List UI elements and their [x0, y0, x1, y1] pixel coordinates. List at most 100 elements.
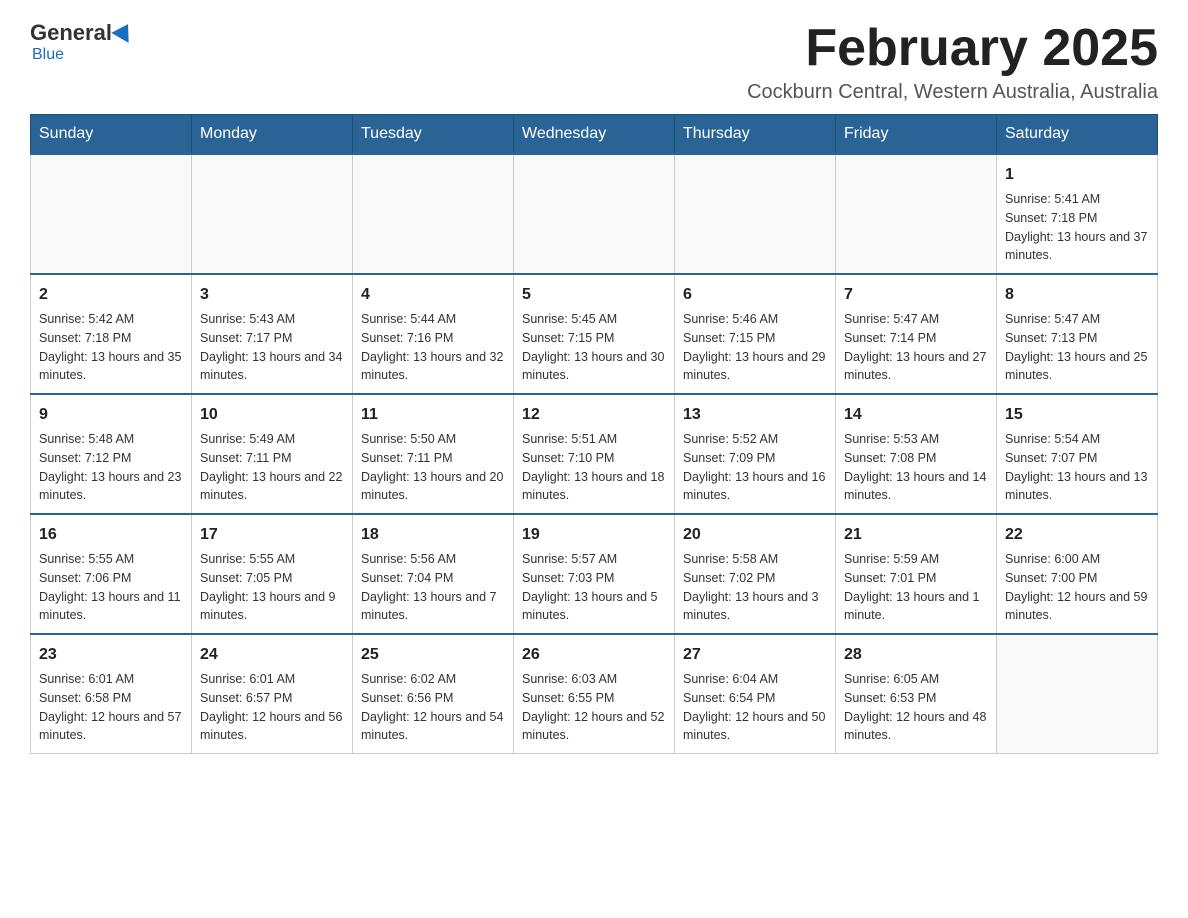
header-monday: Monday [192, 115, 353, 155]
subtitle: Cockburn Central, Western Australia, Aus… [747, 81, 1158, 104]
day-number: 17 [200, 523, 344, 547]
calendar-cell-w4-d5: 28 Sunrise: 6:05 AM Sunset: 6:53 PM Dayli… [836, 634, 997, 754]
logo-triangle-icon [111, 19, 136, 43]
day-info: Sunrise: 5:48 AM Sunset: 7:12 PM Dayligh… [39, 430, 183, 505]
main-title: February 2025 [747, 20, 1158, 77]
day-number: 13 [683, 403, 827, 427]
day-number: 3 [200, 283, 344, 307]
day-info: Sunrise: 5:47 AM Sunset: 7:14 PM Dayligh… [844, 310, 988, 385]
day-info: Sunrise: 5:58 AM Sunset: 7:02 PM Dayligh… [683, 550, 827, 625]
calendar-cell-w1-d1: 3Sunrise: 5:43 AM Sunset: 7:17 PM Daylig… [192, 274, 353, 394]
logo-general-text: General [30, 20, 112, 46]
title-area: February 2025 Cockburn Central, Western … [747, 20, 1158, 104]
calendar-cell-w2-d0: 9 Sunrise: 5:48 AM Sunset: 7:12 PM Daylig… [31, 394, 192, 514]
day-info: Sunrise: 5:45 AM Sunset: 7:15 PM Dayligh… [522, 310, 666, 385]
day-number: 20 [683, 523, 827, 547]
day-info: Sunrise: 6:01 AM Sunset: 6:58 PM Dayligh… [39, 670, 183, 745]
calendar-cell-w2-d1: 10 Sunrise: 5:49 AM Sunset: 7:11 PM Dayli… [192, 394, 353, 514]
day-number: 25 [361, 643, 505, 667]
calendar-cell-w4-d0: 23 Sunrise: 6:01 AM Sunset: 6:58 PM Dayli… [31, 634, 192, 754]
day-info: Sunrise: 6:04 AM Sunset: 6:54 PM Dayligh… [683, 670, 827, 745]
calendar-header: Sunday Monday Tuesday Wednesday Thursday… [31, 115, 1158, 155]
day-info: Sunrise: 5:44 AM Sunset: 7:16 PM Dayligh… [361, 310, 505, 385]
day-number: 24 [200, 643, 344, 667]
calendar-cell-w0-d4 [675, 154, 836, 274]
calendar-cell-w4-d4: 27 Sunrise: 6:04 AM Sunset: 6:54 PM Dayli… [675, 634, 836, 754]
day-info: Sunrise: 5:54 AM Sunset: 7:07 PM Dayligh… [1005, 430, 1149, 505]
day-number: 7 [844, 283, 988, 307]
week-row-3: 16 Sunrise: 5:55 AM Sunset: 7:06 PM Dayli… [31, 514, 1158, 634]
calendar-cell-w1-d5: 7 Sunrise: 5:47 AM Sunset: 7:14 PM Daylig… [836, 274, 997, 394]
day-number: 28 [844, 643, 988, 667]
day-number: 5 [522, 283, 666, 307]
day-info: Sunrise: 5:51 AM Sunset: 7:10 PM Dayligh… [522, 430, 666, 505]
calendar-cell-w0-d2 [353, 154, 514, 274]
day-number: 21 [844, 523, 988, 547]
week-row-4: 23 Sunrise: 6:01 AM Sunset: 6:58 PM Dayli… [31, 634, 1158, 754]
day-info: Sunrise: 5:49 AM Sunset: 7:11 PM Dayligh… [200, 430, 344, 505]
day-number: 14 [844, 403, 988, 427]
day-info: Sunrise: 5:41 AM Sunset: 7:18 PM Dayligh… [1005, 190, 1149, 265]
day-number: 22 [1005, 523, 1149, 547]
calendar-cell-w2-d4: 13 Sunrise: 5:52 AM Sunset: 7:09 PM Dayli… [675, 394, 836, 514]
day-info: Sunrise: 5:55 AM Sunset: 7:06 PM Dayligh… [39, 550, 183, 625]
day-number: 2 [39, 283, 183, 307]
day-number: 10 [200, 403, 344, 427]
day-number: 8 [1005, 283, 1149, 307]
day-number: 18 [361, 523, 505, 547]
calendar-cell-w0-d6: 1 Sunrise: 5:41 AM Sunset: 7:18 PM Daylig… [997, 154, 1158, 274]
day-number: 16 [39, 523, 183, 547]
calendar-cell-w3-d6: 22 Sunrise: 6:00 AM Sunset: 7:00 PM Dayli… [997, 514, 1158, 634]
day-info: Sunrise: 5:56 AM Sunset: 7:04 PM Dayligh… [361, 550, 505, 625]
day-info: Sunrise: 5:42 AM Sunset: 7:18 PM Dayligh… [39, 310, 183, 385]
header-thursday: Thursday [675, 115, 836, 155]
calendar-cell-w1-d6: 8 Sunrise: 5:47 AM Sunset: 7:13 PM Daylig… [997, 274, 1158, 394]
calendar-cell-w3-d5: 21Sunrise: 5:59 AM Sunset: 7:01 PM Dayli… [836, 514, 997, 634]
calendar-cell-w4-d3: 26Sunrise: 6:03 AM Sunset: 6:55 PM Dayli… [514, 634, 675, 754]
calendar-cell-w1-d0: 2 Sunrise: 5:42 AM Sunset: 7:18 PM Daylig… [31, 274, 192, 394]
calendar-cell-w0-d1 [192, 154, 353, 274]
calendar-cell-w2-d6: 15 Sunrise: 5:54 AM Sunset: 7:07 PM Dayli… [997, 394, 1158, 514]
day-info: Sunrise: 6:00 AM Sunset: 7:00 PM Dayligh… [1005, 550, 1149, 625]
day-number: 12 [522, 403, 666, 427]
week-row-2: 9 Sunrise: 5:48 AM Sunset: 7:12 PM Daylig… [31, 394, 1158, 514]
calendar-cell-w3-d3: 19Sunrise: 5:57 AM Sunset: 7:03 PM Dayli… [514, 514, 675, 634]
day-number: 6 [683, 283, 827, 307]
day-number: 1 [1005, 163, 1149, 187]
day-number: 11 [361, 403, 505, 427]
day-number: 15 [1005, 403, 1149, 427]
day-number: 27 [683, 643, 827, 667]
day-info: Sunrise: 5:57 AM Sunset: 7:03 PM Dayligh… [522, 550, 666, 625]
header-saturday: Saturday [997, 115, 1158, 155]
page-header: General Blue February 2025 Cockburn Cent… [30, 20, 1158, 104]
day-info: Sunrise: 6:01 AM Sunset: 6:57 PM Dayligh… [200, 670, 344, 745]
calendar-cell-w4-d6 [997, 634, 1158, 754]
calendar-cell-w2-d3: 12 Sunrise: 5:51 AM Sunset: 7:10 PM Dayli… [514, 394, 675, 514]
day-info: Sunrise: 6:05 AM Sunset: 6:53 PM Dayligh… [844, 670, 988, 745]
day-number: 23 [39, 643, 183, 667]
day-info: Sunrise: 5:50 AM Sunset: 7:11 PM Dayligh… [361, 430, 505, 505]
day-info: Sunrise: 5:52 AM Sunset: 7:09 PM Dayligh… [683, 430, 827, 505]
calendar-cell-w1-d3: 5 Sunrise: 5:45 AM Sunset: 7:15 PM Daylig… [514, 274, 675, 394]
day-info: Sunrise: 5:47 AM Sunset: 7:13 PM Dayligh… [1005, 310, 1149, 385]
calendar-cell-w3-d4: 20 Sunrise: 5:58 AM Sunset: 7:02 PM Dayli… [675, 514, 836, 634]
calendar-cell-w2-d2: 11 Sunrise: 5:50 AM Sunset: 7:11 PM Dayli… [353, 394, 514, 514]
calendar-cell-w3-d2: 18 Sunrise: 5:56 AM Sunset: 7:04 PM Dayli… [353, 514, 514, 634]
calendar-table: Sunday Monday Tuesday Wednesday Thursday… [30, 114, 1158, 754]
calendar-cell-w0-d3 [514, 154, 675, 274]
header-friday: Friday [836, 115, 997, 155]
calendar-cell-w0-d0 [31, 154, 192, 274]
calendar-body: 1 Sunrise: 5:41 AM Sunset: 7:18 PM Daylig… [31, 154, 1158, 754]
header-tuesday: Tuesday [353, 115, 514, 155]
day-info: Sunrise: 6:02 AM Sunset: 6:56 PM Dayligh… [361, 670, 505, 745]
day-info: Sunrise: 5:55 AM Sunset: 7:05 PM Dayligh… [200, 550, 344, 625]
day-number: 4 [361, 283, 505, 307]
calendar-cell-w4-d1: 24 Sunrise: 6:01 AM Sunset: 6:57 PM Dayli… [192, 634, 353, 754]
day-number: 26 [522, 643, 666, 667]
header-sunday: Sunday [31, 115, 192, 155]
day-info: Sunrise: 5:46 AM Sunset: 7:15 PM Dayligh… [683, 310, 827, 385]
calendar-cell-w1-d2: 4 Sunrise: 5:44 AM Sunset: 7:16 PM Daylig… [353, 274, 514, 394]
logo: General Blue [30, 20, 134, 64]
day-headers-row: Sunday Monday Tuesday Wednesday Thursday… [31, 115, 1158, 155]
day-number: 9 [39, 403, 183, 427]
